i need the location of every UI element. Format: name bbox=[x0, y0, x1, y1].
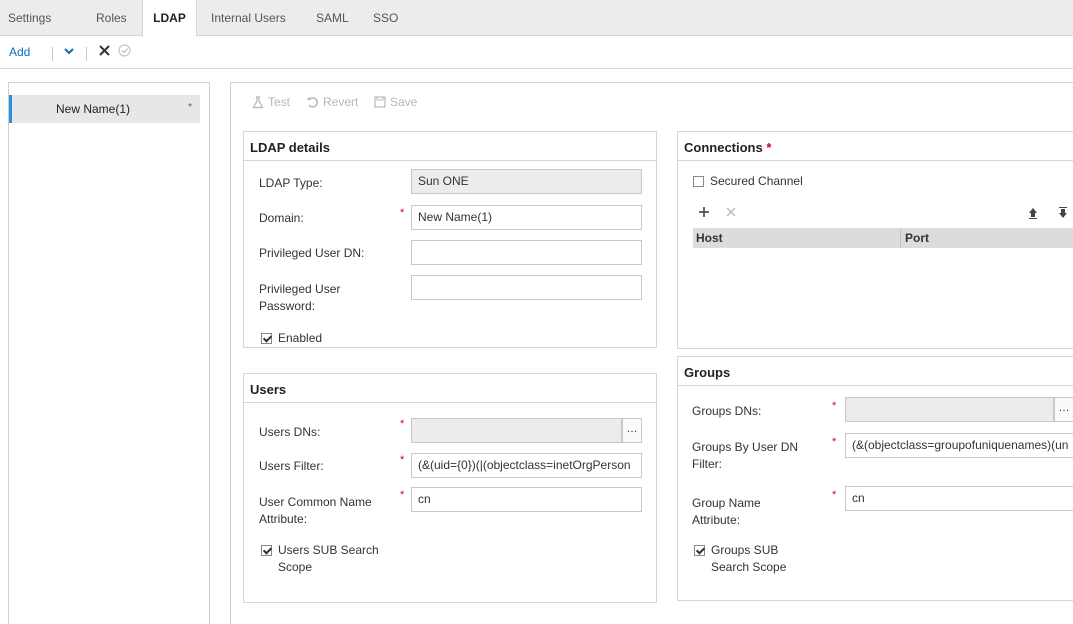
privileged-password-field[interactable] bbox=[411, 275, 642, 300]
ldap-details-title: LDAP details bbox=[250, 140, 330, 155]
checkbox-checked-icon bbox=[261, 333, 272, 344]
users-sub-scope-label-2: Scope bbox=[278, 560, 313, 574]
tab-sso[interactable]: SSO bbox=[373, 0, 398, 36]
required-marker: * bbox=[832, 400, 837, 412]
move-down-icon[interactable] bbox=[1058, 206, 1068, 223]
checkbox-checked-icon bbox=[694, 545, 705, 556]
tab-internal-users[interactable]: Internal Users bbox=[211, 0, 286, 36]
groups-sub-scope-label-1: Groups SUB bbox=[711, 543, 779, 557]
remove-connection-icon[interactable] bbox=[725, 205, 737, 222]
user-cn-label-2: Attribute: bbox=[259, 512, 308, 526]
privileged-dn-label: Privileged User DN: bbox=[259, 246, 365, 260]
required-marker: * bbox=[400, 207, 405, 219]
groups-by-user-filter-field[interactable]: (&(objectclass=groupofuniquenames)(un bbox=[845, 433, 1073, 458]
groups-dns-label: Groups DNs: bbox=[692, 404, 762, 418]
main-toolbar: Add bbox=[0, 37, 1073, 69]
connections-title-text: Connections bbox=[684, 140, 763, 155]
panel-divider bbox=[244, 160, 656, 161]
add-connection-icon[interactable] bbox=[698, 205, 710, 222]
groups-by-user-label-2: Filter: bbox=[692, 457, 722, 471]
groups-sub-scope-checkbox[interactable]: Groups SUB Search Scope bbox=[694, 542, 786, 576]
revert-label: Revert bbox=[323, 95, 359, 109]
chevron-down-icon[interactable] bbox=[63, 45, 75, 60]
users-filter-label: Users Filter: bbox=[259, 459, 324, 473]
secured-channel-checkbox[interactable]: Secured Channel bbox=[693, 173, 803, 190]
user-cn-field[interactable]: cn bbox=[411, 487, 642, 512]
panel-divider bbox=[678, 385, 1073, 386]
domain-label: Domain: bbox=[259, 211, 304, 225]
checkbox-checked-icon bbox=[261, 545, 272, 556]
users-sub-scope-checkbox[interactable]: Users SUB Search Scope bbox=[261, 542, 379, 576]
ldap-list-pane bbox=[8, 82, 210, 624]
groups-sub-scope-label-2: Search Scope bbox=[711, 560, 787, 574]
privileged-password-label: Privileged User bbox=[259, 282, 341, 296]
group-name-label: Group Name bbox=[692, 496, 761, 510]
flask-icon bbox=[252, 95, 264, 108]
tab-saml[interactable]: SAML bbox=[316, 0, 349, 36]
users-title: Users bbox=[250, 382, 287, 397]
list-item-label: New Name(1) bbox=[56, 102, 131, 116]
required-marker: * bbox=[766, 140, 772, 155]
move-up-icon[interactable] bbox=[1028, 206, 1038, 223]
toolbar-divider bbox=[52, 47, 53, 61]
save-icon bbox=[374, 96, 386, 108]
groups-dns-field[interactable] bbox=[845, 397, 1054, 422]
list-item[interactable]: New Name(1) * bbox=[9, 95, 200, 123]
panel-divider bbox=[244, 402, 656, 403]
group-name-field[interactable]: cn bbox=[845, 486, 1073, 511]
required-marker: * bbox=[832, 436, 837, 448]
enabled-checkbox[interactable]: Enabled bbox=[261, 330, 322, 347]
users-sub-scope-label: Users SUB Search Scope bbox=[278, 542, 379, 576]
delete-icon[interactable] bbox=[98, 44, 111, 60]
tab-roles[interactable]: Roles bbox=[96, 0, 127, 36]
revert-icon bbox=[306, 96, 318, 108]
required-marker: * bbox=[400, 418, 405, 430]
browse-users-dns-button[interactable]: … bbox=[622, 418, 642, 443]
privileged-password-label-2: Password: bbox=[259, 299, 316, 313]
required-marker: * bbox=[400, 489, 405, 501]
save-label: Save bbox=[390, 95, 418, 109]
toolbar-divider bbox=[86, 47, 87, 61]
ldap-type-field: Sun ONE bbox=[411, 169, 642, 194]
domain-field[interactable]: New Name(1) bbox=[411, 205, 642, 230]
ldap-type-label: LDAP Type: bbox=[259, 176, 323, 190]
groups-title: Groups bbox=[684, 365, 731, 380]
users-sub-scope-label-1: Users SUB Search bbox=[278, 543, 379, 557]
tab-ldap[interactable]: LDAP bbox=[142, 0, 197, 37]
revert-button[interactable]: Revert bbox=[306, 95, 358, 109]
connections-title: Connections * bbox=[684, 140, 771, 155]
test-button[interactable]: Test bbox=[252, 95, 290, 109]
checkbox-unchecked-icon bbox=[693, 176, 704, 187]
enabled-label: Enabled bbox=[278, 331, 323, 345]
column-header-port[interactable]: Port bbox=[905, 231, 929, 245]
privileged-dn-field[interactable] bbox=[411, 240, 642, 265]
users-filter-field[interactable]: (&(uid={0})(|(objectclass=inetOrgPerson bbox=[411, 453, 642, 478]
required-marker: * bbox=[832, 489, 837, 501]
panel-divider bbox=[678, 160, 1073, 161]
group-name-label-2: Attribute: bbox=[692, 513, 741, 527]
user-cn-label: User Common Name bbox=[259, 495, 372, 509]
connections-table-header: Host Port bbox=[693, 228, 1073, 248]
save-button[interactable]: Save bbox=[374, 95, 417, 109]
unsaved-marker: * bbox=[188, 102, 192, 113]
users-dns-label: Users DNs: bbox=[259, 425, 321, 439]
column-header-host[interactable]: Host bbox=[696, 231, 723, 245]
check-circle-icon bbox=[118, 44, 131, 60]
secured-channel-label: Secured Channel bbox=[710, 174, 803, 188]
top-tab-bar: Settings Roles LDAP Internal Users SAML … bbox=[0, 0, 1073, 37]
required-marker: * bbox=[400, 454, 405, 466]
groups-by-user-label: Groups By User DN bbox=[692, 440, 799, 454]
groups-sub-scope-label: Groups SUB Search Scope bbox=[711, 542, 786, 576]
users-dns-field[interactable] bbox=[411, 418, 622, 443]
tab-settings[interactable]: Settings bbox=[8, 0, 51, 36]
column-divider bbox=[900, 228, 901, 248]
test-label: Test bbox=[268, 95, 291, 109]
add-button[interactable]: Add bbox=[9, 45, 30, 59]
browse-groups-dns-button[interactable]: … bbox=[1054, 397, 1073, 422]
